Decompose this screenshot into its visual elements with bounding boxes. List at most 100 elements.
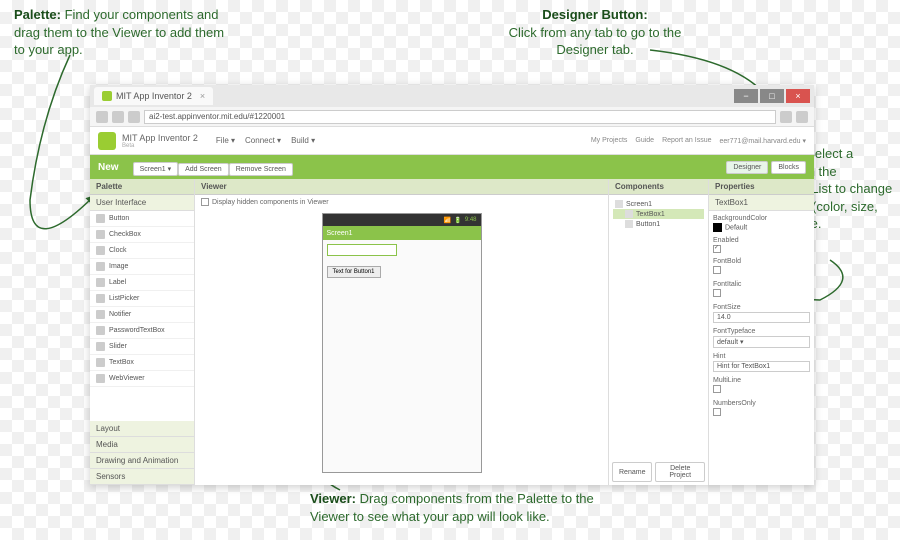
palette-item[interactable]: Image xyxy=(90,259,194,275)
components-panel: Components Screen1TextBox1Button1 Rename… xyxy=(609,179,709,485)
designer-annotation: Designer Button:Click from any tab to go… xyxy=(500,6,690,59)
properties-list: BackgroundColorDefault Enabled FontBold Fon… xyxy=(709,211,814,485)
palette-item[interactable]: PasswordTextBox xyxy=(90,323,194,339)
property-checkbox[interactable] xyxy=(713,408,721,416)
close-tab-icon[interactable]: × xyxy=(200,91,205,101)
palette-section[interactable]: Drawing and Animation xyxy=(90,453,194,469)
viewer-annotation: Viewer: Drag components from the Palette… xyxy=(310,490,610,525)
tab-title: MIT App Inventor 2 xyxy=(116,91,192,101)
component-icon xyxy=(96,246,105,255)
palette-section[interactable]: Media xyxy=(90,437,194,453)
property-input[interactable]: Hint for TextBox1 xyxy=(713,361,810,372)
favicon-icon xyxy=(102,91,112,101)
palette-section-ui[interactable]: User Interface xyxy=(90,195,194,211)
component-tree: Screen1TextBox1Button1 xyxy=(609,195,708,459)
component-icon xyxy=(96,342,105,351)
menu-item[interactable]: File ▾ xyxy=(216,136,235,145)
tree-node[interactable]: Screen1 xyxy=(613,199,704,209)
minimize-icon[interactable]: − xyxy=(734,89,758,103)
tree-icon xyxy=(625,210,633,218)
property-checkbox[interactable] xyxy=(713,385,721,393)
toolbar-button[interactable]: Screen1 ▾ xyxy=(133,162,179,176)
property-row: Enabled xyxy=(713,237,810,253)
component-icon xyxy=(96,262,105,271)
palette-section[interactable]: Layout xyxy=(90,421,194,437)
phone-preview[interactable]: 📶 🔋 9:48 Screen1 Text for Button1 xyxy=(322,213,482,473)
palette-item[interactable]: TextBox xyxy=(90,355,194,371)
maximize-icon[interactable]: □ xyxy=(760,89,784,103)
palette-item[interactable]: Notifier xyxy=(90,307,194,323)
close-icon[interactable]: × xyxy=(786,89,810,103)
viewer-panel: Viewer Display hidden components in View… xyxy=(195,179,609,485)
palette-item[interactable]: ListPicker xyxy=(90,291,194,307)
toolbar-button[interactable]: Add Screen xyxy=(178,163,229,176)
property-input[interactable]: 14.0 xyxy=(713,312,810,323)
main-area: Palette User Interface ButtonCheckBoxClo… xyxy=(90,179,814,485)
palette-item[interactable]: Clock xyxy=(90,243,194,259)
palette-item[interactable]: Label xyxy=(90,275,194,291)
properties-panel: Properties TextBox1 BackgroundColorDefau… xyxy=(709,179,814,485)
header-link[interactable]: eer771@mail.harvard.edu ▾ xyxy=(720,137,807,145)
component-action-button[interactable]: Delete Project xyxy=(655,462,705,482)
phone-body[interactable]: Text for Button1 xyxy=(323,240,481,472)
reload-icon[interactable] xyxy=(128,111,140,123)
button-preview[interactable]: Text for Button1 xyxy=(327,266,381,278)
property-row: NumbersOnly xyxy=(713,400,810,418)
property-color[interactable]: Default xyxy=(713,223,810,232)
bookmark-icon[interactable] xyxy=(780,111,792,123)
palette-item[interactable]: WebViewer xyxy=(90,371,194,387)
palette-annotation: Palette: Find your components and drag t… xyxy=(14,6,234,59)
property-row: FontSize14.0 xyxy=(713,304,810,323)
palette-section[interactable]: Sensors xyxy=(90,469,194,485)
property-name: MultiLine xyxy=(713,377,810,384)
palette-item[interactable]: CheckBox xyxy=(90,227,194,243)
property-checkbox[interactable] xyxy=(713,245,721,253)
properties-header: Properties xyxy=(709,179,814,195)
back-icon[interactable] xyxy=(96,111,108,123)
palette-item[interactable]: Button xyxy=(90,211,194,227)
toolbar: New Screen1 ▾Add ScreenRemove Screen Des… xyxy=(90,155,814,179)
textbox-preview[interactable] xyxy=(327,244,397,256)
tree-node[interactable]: Button1 xyxy=(613,219,704,229)
menu-item[interactable]: Build ▾ xyxy=(291,136,315,145)
property-name: BackgroundColor xyxy=(713,215,810,222)
browser-window: MIT App Inventor 2 × − □ × ai2-test.appi… xyxy=(90,85,814,485)
menu-item[interactable]: Connect ▾ xyxy=(245,136,281,145)
property-row: FontItalic xyxy=(713,281,810,299)
toolbar-button[interactable]: Remove Screen xyxy=(229,163,293,176)
component-icon xyxy=(96,358,105,367)
property-input[interactable]: default ▾ xyxy=(713,336,810,348)
blocks-button[interactable]: Blocks xyxy=(771,161,806,174)
phone-statusbar: 📶 🔋 9:48 xyxy=(323,214,481,226)
header-link[interactable]: Guide xyxy=(635,137,654,145)
header-link[interactable]: Report an Issue xyxy=(662,137,711,145)
browser-tab[interactable]: MIT App Inventor 2 × xyxy=(94,87,213,105)
property-name: Enabled xyxy=(713,237,810,244)
signal-icon: 📶 xyxy=(444,217,451,224)
component-action-button[interactable]: Rename xyxy=(612,462,652,482)
property-row: MultiLine xyxy=(713,377,810,395)
property-checkbox[interactable] xyxy=(713,266,721,274)
forward-icon[interactable] xyxy=(112,111,124,123)
tree-node[interactable]: TextBox1 xyxy=(613,209,704,219)
header-link[interactable]: My Projects xyxy=(591,137,628,145)
menu-icon[interactable] xyxy=(796,111,808,123)
header-links: My Projects Guide Report an Issue eer771@ma… xyxy=(591,137,806,145)
battery-icon: 🔋 xyxy=(454,217,461,224)
property-name: NumbersOnly xyxy=(713,400,810,407)
palette-item[interactable]: Slider xyxy=(90,339,194,355)
components-header: Components xyxy=(609,179,708,195)
property-name: FontBold xyxy=(713,258,810,265)
app-subtitle: Beta xyxy=(122,143,198,149)
property-checkbox[interactable] xyxy=(713,289,721,297)
url-input[interactable]: ai2-test.appinventor.mit.edu/#1220001 xyxy=(144,110,776,124)
status-time: 9:48 xyxy=(465,217,477,223)
component-icon xyxy=(96,374,105,383)
component-icon xyxy=(96,214,105,223)
display-hidden-checkbox[interactable]: Display hidden components in Viewer xyxy=(195,195,608,209)
property-row: HintHint for TextBox1 xyxy=(713,353,810,372)
app-menus: File ▾ Connect ▾ Build ▾ xyxy=(216,136,315,145)
designer-button[interactable]: Designer xyxy=(726,161,768,174)
screen-title: Screen1 xyxy=(323,226,481,240)
app-title: MIT App Inventor 2 xyxy=(122,133,198,143)
